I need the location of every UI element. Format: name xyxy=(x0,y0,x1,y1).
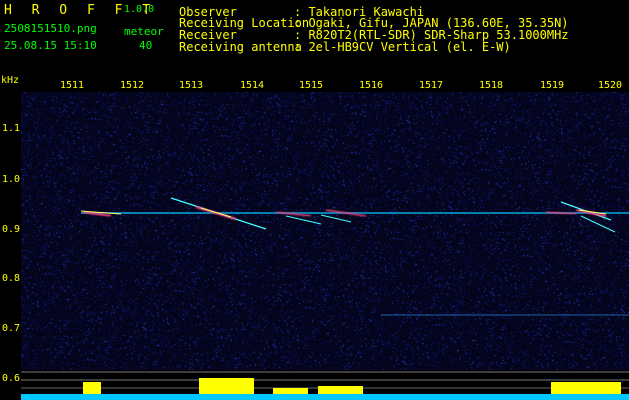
level-graph xyxy=(21,371,629,400)
level-baseline xyxy=(21,394,629,400)
level-peak xyxy=(318,386,363,394)
spectrogram xyxy=(21,92,629,370)
meteor-echo xyxy=(580,215,616,233)
level-peak xyxy=(83,382,101,394)
signal-level-bar xyxy=(21,370,629,400)
level-peak xyxy=(199,378,254,394)
meteor-echo xyxy=(285,215,322,225)
hrofft-window: H R O F F T 1.0.0 2508151510.png meteor … xyxy=(0,0,629,400)
meteor-echo xyxy=(320,214,352,223)
signal-traces xyxy=(80,197,629,316)
level-peak xyxy=(273,388,308,394)
level-peak xyxy=(551,382,621,394)
